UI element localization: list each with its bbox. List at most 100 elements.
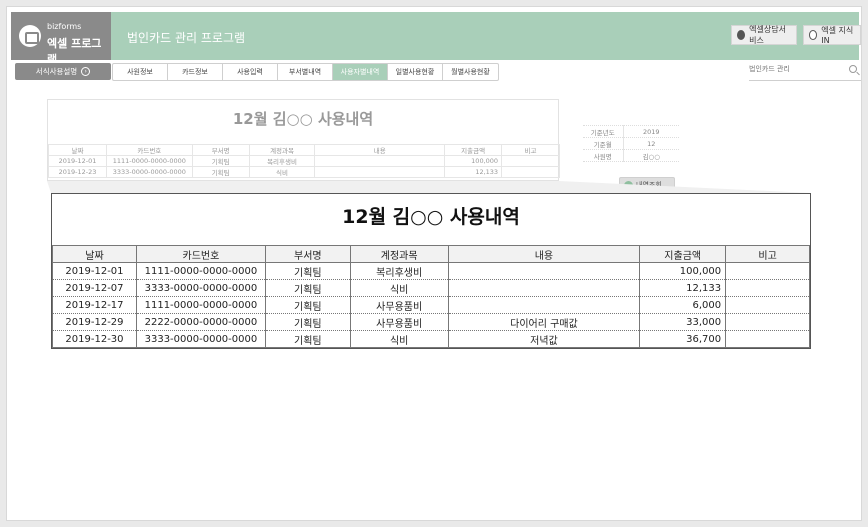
knowledge-in-button[interactable]: 엑셀 지식 IN bbox=[803, 25, 861, 45]
tab-4[interactable]: 사용자별내역 bbox=[333, 64, 388, 80]
table-cell[interactable] bbox=[725, 330, 810, 348]
table-cell[interactable]: 다이어리 구매값 bbox=[447, 313, 641, 331]
table-cell[interactable] bbox=[725, 279, 810, 297]
table-cell[interactable]: 100,000 bbox=[639, 262, 727, 280]
table-cell[interactable] bbox=[725, 296, 810, 314]
arrow-right-icon: › bbox=[81, 67, 91, 76]
table-cell[interactable]: 2019-12-30 bbox=[52, 330, 137, 348]
table-cell[interactable]: 33,000 bbox=[639, 313, 727, 331]
table-row: 2019-12-29 2222-0000-0000-0000 기획팀 사무용품비 다이어… bbox=[52, 313, 810, 331]
tab-3[interactable]: 부서별내역 bbox=[278, 64, 333, 80]
table-cell[interactable]: 36,700 bbox=[639, 330, 727, 348]
column-header: 계정과목 bbox=[349, 245, 449, 263]
column-header: 비고 bbox=[725, 245, 810, 263]
info-icon bbox=[809, 30, 818, 40]
table-cell[interactable]: 사무용품비 bbox=[349, 296, 449, 314]
knowledge-in-label: 엑셀 지식 IN bbox=[821, 26, 854, 45]
guide-button[interactable]: 서식사용설명 › bbox=[15, 63, 111, 80]
employee-value[interactable]: 김○○ bbox=[623, 149, 679, 162]
table-cell[interactable]: 1111-0000-0000-0000 bbox=[135, 262, 266, 280]
table-cell[interactable] bbox=[447, 296, 641, 314]
table-cell[interactable]: 2019-12-17 bbox=[52, 296, 137, 314]
table-cell[interactable]: 6,000 bbox=[639, 296, 727, 314]
table-cell[interactable]: 기획팀 bbox=[264, 313, 351, 331]
brand-logo-area[interactable]: bizforms 엑셀 프로그램 bbox=[11, 12, 111, 66]
table-cell[interactable] bbox=[314, 155, 446, 167]
table-cell[interactable] bbox=[447, 262, 641, 280]
table-cell[interactable]: 복리후생비 bbox=[248, 155, 316, 167]
column-header: 카드번호 bbox=[135, 245, 266, 263]
table-cell[interactable]: 2019-12-01 bbox=[52, 262, 137, 280]
table-row: 2019-12-17 1111-0000-0000-0000 기획팀 사무용품비 6,0… bbox=[52, 296, 810, 314]
tab-1[interactable]: 카드정보 bbox=[168, 64, 223, 80]
lookup-button[interactable]: 내역조회 bbox=[619, 177, 675, 193]
column-header: 내용 bbox=[314, 144, 446, 156]
nav-row: 서식사용설명 › 사원정보 카드정보 사용입력 부서별내역 사용자별내역 일별사용현황 월별… bbox=[11, 63, 861, 83]
table-cell[interactable]: 2019-12-01 bbox=[48, 155, 107, 167]
table-row: 2019-12-01 1111-0000-0000-0000 기획팀 복리후생비 100… bbox=[48, 155, 560, 167]
search-icon[interactable] bbox=[849, 65, 857, 73]
table-cell[interactable]: 2019-12-29 bbox=[52, 313, 137, 331]
zoomed-sheet: 12월 김○○ 사용내역 날짜 카드번호 부서명 계정과목 내용 지출금액 비고 2019-… bbox=[51, 193, 811, 349]
user-icon bbox=[737, 30, 746, 40]
list-icon bbox=[624, 180, 633, 190]
column-header: 지출금액 bbox=[444, 144, 503, 156]
year-label: 기준년도 bbox=[583, 125, 624, 138]
table-row: 2019-12-01 1111-0000-0000-0000 기획팀 복리후생비 100… bbox=[52, 262, 810, 280]
table-cell[interactable]: 3333-0000-0000-0000 bbox=[135, 330, 266, 348]
bizforms-logo-icon bbox=[19, 25, 41, 47]
table-cell[interactable]: 식비 bbox=[349, 279, 449, 297]
app-title: 법인카드 관리 프로그램 bbox=[127, 31, 246, 45]
tab-6[interactable]: 월별사용현황 bbox=[443, 64, 498, 80]
table-cell[interactable]: 식비 bbox=[248, 166, 316, 178]
table-cell[interactable]: 3333-0000-0000-0000 bbox=[135, 279, 266, 297]
table-cell[interactable]: 복리후생비 bbox=[349, 262, 449, 280]
criteria-box: 기준년도 2019 기준월 12 사원명 김○○ bbox=[583, 125, 679, 162]
table-cell[interactable] bbox=[447, 279, 641, 297]
table-cell[interactable]: 기획팀 bbox=[264, 296, 351, 314]
table-cell[interactable]: 기획팀 bbox=[191, 166, 250, 178]
table-cell[interactable]: 식비 bbox=[349, 330, 449, 348]
table-cell[interactable]: 3333-0000-0000-0000 bbox=[105, 166, 193, 178]
lookup-label: 내역조회 bbox=[636, 181, 662, 189]
zoomed-table: 날짜 카드번호 부서명 계정과목 내용 지출금액 비고 2019-12-01 1111-000… bbox=[52, 245, 810, 348]
tab-0[interactable]: 사원정보 bbox=[113, 64, 168, 80]
month-label: 기준월 bbox=[583, 137, 624, 150]
table-cell[interactable]: 기획팀 bbox=[264, 262, 351, 280]
table-cell[interactable]: 1111-0000-0000-0000 bbox=[105, 155, 193, 167]
table-cell[interactable]: 12,133 bbox=[639, 279, 727, 297]
search-input[interactable] bbox=[749, 65, 845, 73]
table-cell[interactable] bbox=[725, 313, 810, 331]
table-cell[interactable]: 2222-0000-0000-0000 bbox=[135, 313, 266, 331]
column-header: 카드번호 bbox=[105, 144, 193, 156]
table-cell[interactable]: 12,133 bbox=[444, 166, 503, 178]
month-value[interactable]: 12 bbox=[623, 137, 679, 150]
year-value[interactable]: 2019 bbox=[623, 125, 679, 138]
table-cell[interactable]: 100,000 bbox=[444, 155, 503, 167]
tab-5[interactable]: 일별사용현황 bbox=[388, 64, 443, 80]
table-cell[interactable]: 기획팀 bbox=[264, 330, 351, 348]
column-header: 부서명 bbox=[191, 144, 250, 156]
table-cell[interactable] bbox=[501, 166, 560, 178]
table-cell[interactable] bbox=[314, 166, 446, 178]
app-window: bizforms 엑셀 프로그램 법인카드 관리 프로그램 엑셀상담서비스 엑셀… bbox=[6, 6, 862, 521]
tab-bar: 사원정보 카드정보 사용입력 부서별내역 사용자별내역 일별사용현황 월별사용현황 bbox=[112, 63, 499, 81]
brand-sub: bizforms bbox=[47, 22, 82, 31]
sheet-title: 12월 김○○ 사용내역 bbox=[232, 110, 374, 128]
consult-service-button[interactable]: 엑셀상담서비스 bbox=[731, 25, 797, 45]
column-header: 날짜 bbox=[48, 144, 107, 156]
table-cell[interactable] bbox=[725, 262, 810, 280]
guide-label: 서식사용설명 bbox=[35, 67, 78, 76]
table-cell[interactable]: 2019-12-23 bbox=[48, 166, 107, 178]
table-row: 2019-12-23 3333-0000-0000-0000 기획팀 식비 12,133 bbox=[48, 166, 560, 178]
table-cell[interactable]: 기획팀 bbox=[264, 279, 351, 297]
table-cell[interactable] bbox=[501, 155, 560, 167]
table-cell[interactable]: 사무용품비 bbox=[349, 313, 449, 331]
zoomed-title: 12월 김○○ 사용내역 bbox=[342, 206, 520, 228]
tab-2[interactable]: 사용입력 bbox=[223, 64, 278, 80]
table-cell[interactable]: 기획팀 bbox=[191, 155, 250, 167]
table-cell[interactable]: 2019-12-07 bbox=[52, 279, 137, 297]
column-header: 부서명 bbox=[264, 245, 351, 263]
table-cell[interactable]: 저녁값 bbox=[447, 330, 641, 348]
table-cell[interactable]: 1111-0000-0000-0000 bbox=[135, 296, 266, 314]
